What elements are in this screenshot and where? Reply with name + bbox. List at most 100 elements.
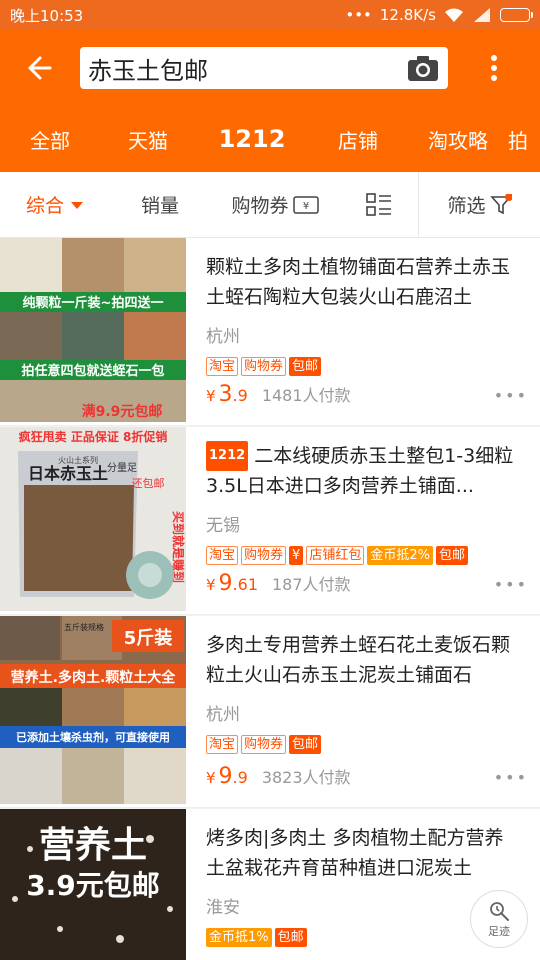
product-item[interactable]: 5斤装 五斤装规格 营养土.多肉土.颗粒土大全 已添加土壤杀虫剂，可直接使用 多… [0, 616, 540, 808]
image-caption-4: 五斤装规格 [64, 622, 104, 632]
more-menu-button[interactable] [448, 30, 540, 106]
tag-free-shipping: 包邮 [289, 357, 322, 376]
status-bar: 晚上10:53 ••• 12.8K/s [0, 0, 540, 30]
product-image[interactable]: 营养土 3.9元包邮 [0, 809, 186, 960]
item-more-icon[interactable]: ••• [494, 768, 528, 787]
sort-sales[interactable]: 销量 [110, 172, 210, 237]
price-decimal: .61 [232, 575, 258, 594]
product-image[interactable]: 5斤装 五斤装规格 营养土.多肉土.颗粒土大全 已添加土壤杀虫剂，可直接使用 [0, 616, 186, 804]
image-caption-4: 分量足 [107, 462, 137, 474]
product-item[interactable]: 营养土 3.9元包邮 烤多肉|多肉土 多肉植物土配方营养土盆栽花卉育苗种植进口泥… [0, 809, 540, 960]
svg-text:¥: ¥ [302, 201, 308, 212]
caret-down-icon [71, 201, 83, 209]
image-caption-2: 拍任意四包就送蛭石一包 [21, 363, 164, 379]
image-caption-3: 已添加土壤杀虫剂，可直接使用 [16, 730, 170, 744]
back-button[interactable] [0, 30, 80, 106]
filter-button[interactable]: 筛选 [418, 172, 540, 237]
network-speed: 12.8K/s [379, 6, 436, 24]
back-arrow-icon [28, 56, 52, 80]
product-image[interactable]: 疯狂甩卖 正品保证 8折促销 火山土系列 日本赤玉土 分量足 还包邮 买到就是赚… [0, 427, 186, 611]
image-caption-2: 3.9元包邮 [26, 869, 160, 902]
tag-free-shipping: 包邮 [274, 928, 307, 947]
sort-sales-label: 销量 [140, 195, 179, 217]
product-title[interactable]: 烤多肉|多肉土 多肉植物土配方营养土盆栽花卉育苗种植进口泥炭土 [206, 823, 522, 883]
search-input[interactable]: 赤玉土包邮 [80, 47, 448, 89]
tag-free-shipping: 包邮 [289, 735, 322, 754]
product-image-graphic: 疯狂甩卖 正品保证 8折促销 火山土系列 日本赤玉土 分量足 还包邮 买到就是赚… [0, 427, 186, 611]
tab-partial[interactable]: 拍 [508, 125, 540, 154]
camera-button[interactable] [406, 51, 440, 85]
paid-count: 3823人付款 [261, 768, 351, 787]
product-item[interactable]: 纯颗粒一斤装~拍四送一 拍任意四包就送蛭石一包 满9.9元包邮 颗粒土多肉土植物… [0, 238, 540, 426]
footprint-label: 足迹 [488, 925, 510, 938]
price-line: ¥3.9 1481人付款 [206, 382, 526, 407]
paid-count: 187人付款 [272, 575, 351, 594]
tag-store-redpacket: 店铺红包 [306, 546, 365, 565]
promo-badge: 1212 [206, 441, 249, 471]
product-title-text: 二本线硬质赤玉土整包1-3细粒 3.5L日本进口多肉营养土铺面... [206, 445, 514, 497]
tag-taobao: 淘宝 [206, 546, 239, 565]
search-header: 赤玉土包邮 [0, 30, 540, 106]
product-location: 无锡 [206, 516, 240, 536]
sort-coupon-label: 购物券 [231, 195, 289, 217]
battery-icon [500, 8, 533, 22]
product-info: 1212 二本线硬质赤玉土整包1-3细粒 3.5L日本进口多肉营养土铺面... 无… [206, 441, 522, 565]
view-toggle-button[interactable] [340, 172, 418, 237]
price-decimal: .9 [232, 386, 248, 405]
product-price: ¥3.9 [206, 382, 248, 407]
filter-icon [489, 193, 512, 214]
tag-coin-discount: 金币抵1% [206, 928, 272, 947]
price-line: ¥9.9 3823人付款 [206, 764, 526, 789]
vertical-dots-icon [491, 55, 497, 81]
product-info: 颗粒土多肉土植物铺面石营养土赤玉土蛭石陶粒大包装火山石鹿沼土 杭州 淘宝 购物券… [206, 252, 522, 376]
product-tags: 淘宝 购物券 ¥ 店铺红包 金币抵2% 包邮 [206, 546, 522, 565]
product-image[interactable]: 纯颗粒一斤装~拍四送一 拍任意四包就送蛭石一包 满9.9元包邮 [0, 238, 186, 422]
product-tags: 淘宝 购物券 包邮 [206, 735, 522, 754]
camera-icon [408, 56, 438, 81]
image-caption-1: 疯狂甩卖 正品保证 8折促销 [19, 429, 168, 444]
product-title[interactable]: 颗粒土多肉土植物铺面石营养土赤玉土蛭石陶粒大包装火山石鹿沼土 [206, 252, 522, 312]
tab-1212[interactable]: 1212 [196, 125, 308, 153]
signal-icon [474, 8, 490, 22]
image-caption-2: 营养土.多肉土.颗粒土大全 [11, 669, 177, 686]
coupon-icon: ¥ [292, 195, 319, 214]
tab-all[interactable]: 全部 [0, 125, 100, 154]
paid-count: 1481人付款 [261, 386, 351, 405]
more-dots-icon: ••• [345, 6, 372, 24]
footprint-icon [490, 902, 509, 921]
sort-overall[interactable]: 综合 [0, 172, 110, 237]
tab-tmall[interactable]: 天猫 [100, 125, 196, 154]
status-time: 晚上10:53 [10, 6, 84, 25]
currency-symbol: ¥ [206, 387, 216, 405]
image-caption-6: 还包邮 [132, 477, 165, 490]
price-line: ¥9.61 187人付款 [206, 571, 526, 596]
wifi-icon [445, 8, 463, 22]
product-location: 杭州 [206, 705, 240, 725]
product-image-graphic: 营养土 3.9元包邮 [0, 809, 186, 960]
product-item[interactable]: 疯狂甩卖 正品保证 8折促销 火山土系列 日本赤玉土 分量足 还包邮 买到就是赚… [0, 427, 540, 615]
tag-coupon: 购物券 [241, 357, 287, 376]
tag-taobao: 淘宝 [206, 735, 239, 754]
product-price: ¥9.61 [206, 571, 258, 596]
image-caption-1: 5斤装 [124, 627, 173, 649]
tab-guide[interactable]: 淘攻略 [408, 125, 508, 154]
list-view-icon [366, 192, 391, 216]
sort-coupon[interactable]: 购物券 ¥ [210, 172, 340, 237]
product-image-graphic: 5斤装 五斤装规格 营养土.多肉土.颗粒土大全 已添加土壤杀虫剂，可直接使用 [0, 616, 186, 804]
category-tabs: 全部 天猫 1212 店铺 淘攻略 拍 [0, 106, 540, 172]
image-caption-2: 日本赤玉土 [28, 464, 108, 483]
price-decimal: .9 [232, 768, 248, 787]
product-title[interactable]: 多肉土专用营养土蛭石花土麦饭石颗粒土火山石赤玉土泥炭土铺面石 [206, 630, 522, 690]
item-more-icon[interactable]: ••• [494, 575, 528, 594]
product-image-graphic: 纯颗粒一斤装~拍四送一 拍任意四包就送蛭石一包 满9.9元包邮 [0, 238, 186, 422]
item-more-icon[interactable]: ••• [494, 386, 528, 405]
tab-store[interactable]: 店铺 [308, 125, 408, 154]
tag-coupon: 购物券 [241, 546, 287, 565]
product-title[interactable]: 1212 二本线硬质赤玉土整包1-3细粒 3.5L日本进口多肉营养土铺面... [206, 441, 522, 501]
price-integer: 9 [218, 571, 233, 596]
footprint-button[interactable]: 足迹 [470, 890, 528, 948]
product-info: 多肉土专用营养土蛭石花土麦饭石颗粒土火山石赤玉土泥炭土铺面石 杭州 淘宝 购物券… [206, 630, 522, 754]
sort-overall-label: 综合 [25, 195, 64, 217]
tag-coin-discount: 金币抵2% [367, 546, 433, 565]
image-caption-3: 满9.9元包邮 [82, 403, 163, 420]
